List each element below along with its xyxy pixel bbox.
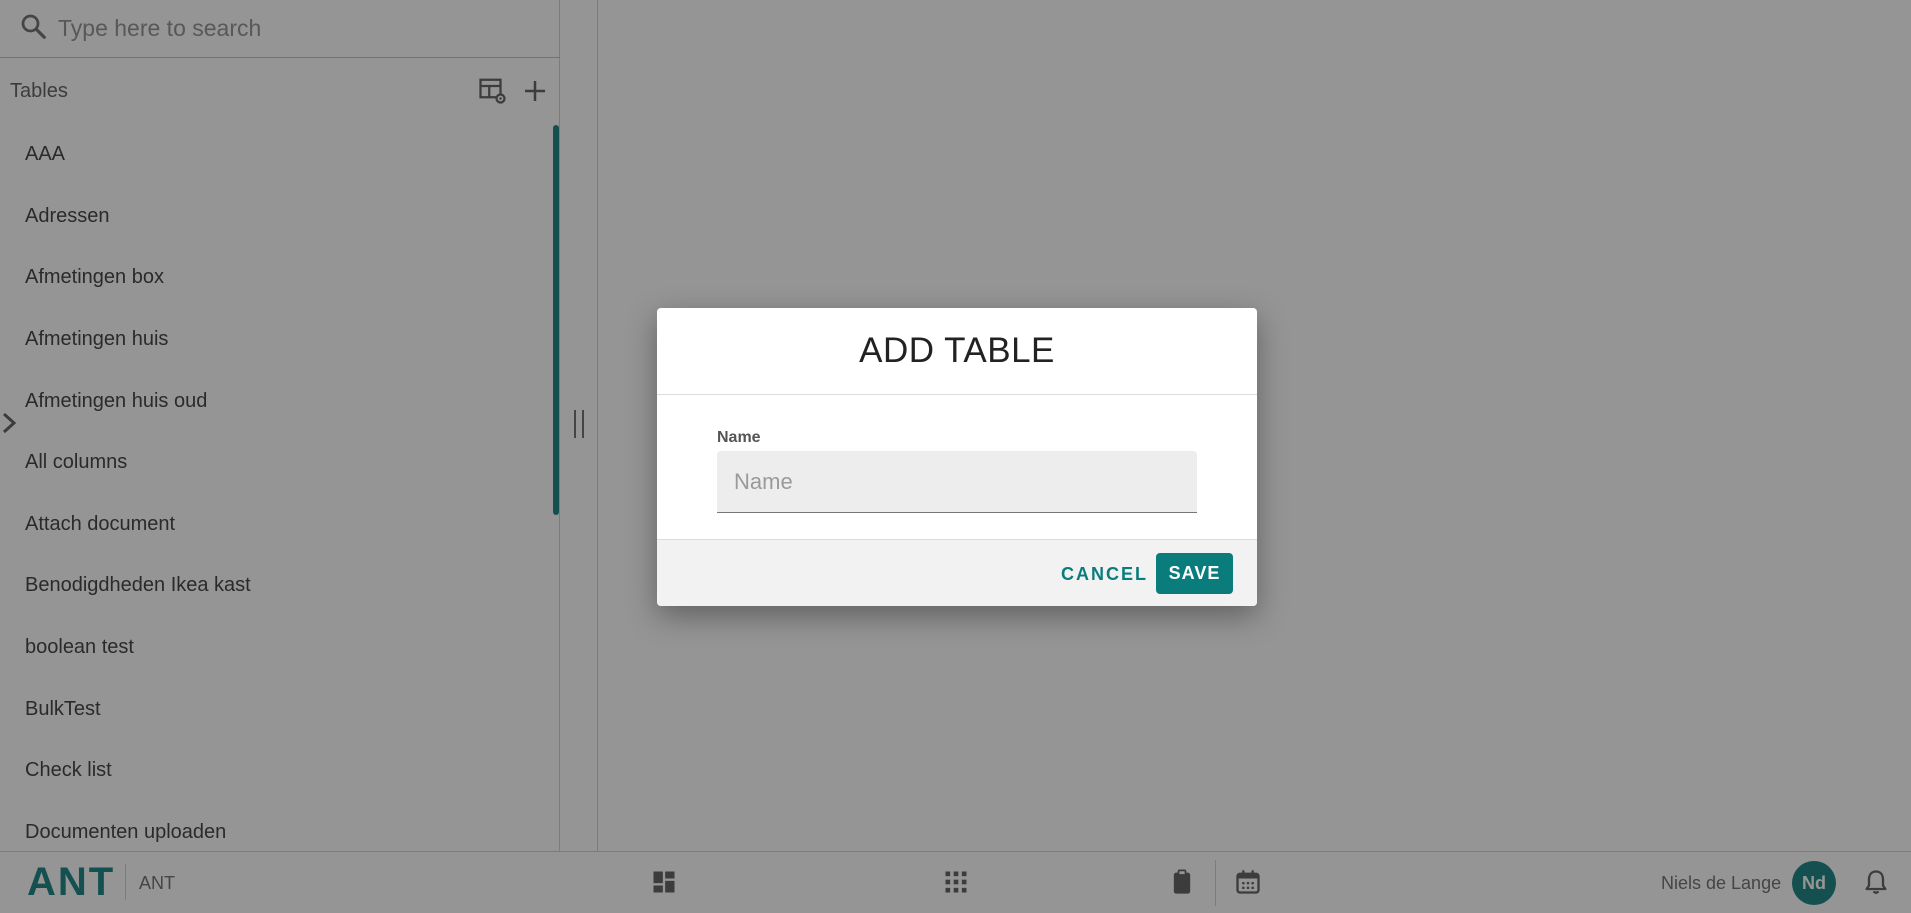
dialog-title: ADD TABLE [859, 331, 1055, 370]
name-field[interactable] [717, 451, 1197, 513]
dialog-footer: CANCEL SAVE [657, 539, 1257, 606]
dialog-body: Name [657, 395, 1257, 539]
dialog-header: ADD TABLE [657, 308, 1257, 395]
name-field-label: Name [717, 429, 761, 446]
cancel-button[interactable]: CANCEL [1049, 554, 1160, 594]
save-button[interactable]: SAVE [1156, 553, 1233, 594]
add-table-dialog: ADD TABLE Name CANCEL SAVE [657, 308, 1257, 606]
